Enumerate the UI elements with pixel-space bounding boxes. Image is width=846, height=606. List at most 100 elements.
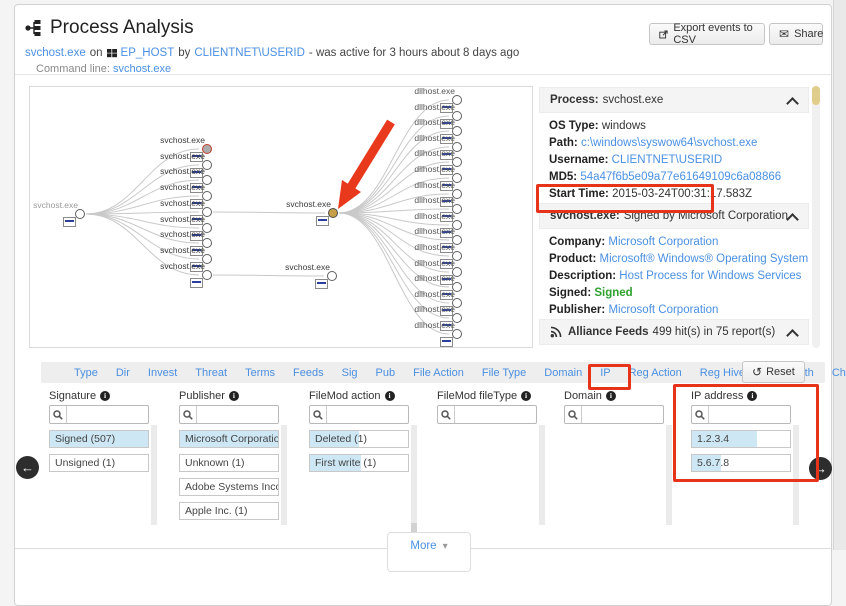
search-icon <box>438 406 455 423</box>
info-row: Product: Microsoft® Windows® Operating S… <box>539 251 809 268</box>
tree-node-label: svchost.exe <box>269 199 331 209</box>
tab-threat[interactable]: Threat <box>186 367 236 379</box>
info-row-value[interactable]: Microsoft® Windows® Operating System <box>599 253 808 265</box>
reset-filters-button[interactable]: ↺ Reset <box>742 361 805 383</box>
facet-scrollbar-track[interactable] <box>281 425 287 525</box>
export-csv-label: Export events to CSV <box>673 22 755 46</box>
facet-item[interactable]: First write (1) <box>309 454 409 472</box>
process-analysis-page: Process Analysis Export events to CSV ✉ … <box>14 4 832 606</box>
facet-search-input[interactable] <box>709 409 790 421</box>
facet-item[interactable]: Unknown (1) <box>179 454 279 472</box>
info-row-value[interactable]: 54a47f6b5e09a77e61649109c6a08866 <box>580 171 781 183</box>
window-scrollbar[interactable] <box>833 0 846 550</box>
info-row-label: Product: <box>549 253 599 265</box>
facet-search-box <box>309 405 409 424</box>
facet-item[interactable]: Microsoft Corporation (505) <box>179 430 279 448</box>
tree-node-circle[interactable] <box>202 270 212 280</box>
facet-search-input[interactable] <box>197 409 278 421</box>
facet-item[interactable]: Unsigned (1) <box>49 454 149 472</box>
tab-domain[interactable]: Domain <box>535 367 591 379</box>
info-panel-scrollbar-thumb[interactable] <box>812 86 820 105</box>
tree-node-label: dllhost.exe <box>393 102 455 112</box>
tree-node-label: dllhost.exe <box>393 86 455 96</box>
host-link[interactable]: EP_HOST <box>121 47 175 59</box>
search-icon <box>692 406 709 423</box>
facet-item[interactable]: Signed (507) <box>49 430 149 448</box>
facet-scroll-left-button[interactable]: ← <box>16 456 39 479</box>
facet-item[interactable]: 5.6.7.8 <box>691 454 791 472</box>
tree-node-circle-selected[interactable] <box>328 208 338 218</box>
section-header[interactable]: svchost.exe: Signed by Microsoft Corporat… <box>539 203 809 229</box>
section-header[interactable]: Alliance Feeds499 hit(s) in 75 report(s) <box>539 319 809 345</box>
facet-search-input[interactable] <box>455 409 536 421</box>
tree-node-circle[interactable] <box>327 271 337 281</box>
tree-node-label: svchost.exe <box>143 151 205 161</box>
tab-pub[interactable]: Pub <box>367 367 405 379</box>
facet-title-text: Publisher <box>179 390 225 402</box>
tab-type[interactable]: Type <box>65 367 107 379</box>
facet-scrollbar-track[interactable] <box>666 425 672 525</box>
section-body: Company: Microsoft CorporationProduct: M… <box>539 234 809 319</box>
info-icon: i <box>606 391 616 401</box>
process-name-link[interactable]: svchost.exe <box>25 47 86 59</box>
facet-column-signature: Signaturei Signed (507) Unsigned (1) <box>49 389 149 478</box>
facet-item-label: Unsigned (1) <box>50 457 115 469</box>
share-button[interactable]: ✉ Share <box>769 23 823 45</box>
info-row-value: 2015-03-24T00:31:17.583Z <box>612 188 752 200</box>
tab-sig[interactable]: Sig <box>333 367 367 379</box>
tab-file-action[interactable]: File Action <box>404 367 473 379</box>
facet-search-input[interactable] <box>582 409 663 421</box>
info-row-value[interactable]: c:\windows\syswow64\svchost.exe <box>581 137 757 149</box>
tree-node-label: svchost.exe <box>143 229 205 239</box>
search-icon <box>50 406 67 423</box>
facet-title: Signaturei <box>49 389 149 402</box>
section-title-rest: Signed by Microsoft Corporation <box>624 210 788 222</box>
tree-node-circle[interactable] <box>452 329 462 339</box>
tab-reg-action[interactable]: Reg Action <box>620 367 691 379</box>
user-link[interactable]: CLIENTNET\USERID <box>194 47 305 59</box>
facet-title: Publisheri <box>179 389 279 402</box>
section-title-bold: svchost.exe: <box>550 210 620 222</box>
tree-node-label: dllhost.exe <box>393 242 455 252</box>
export-csv-button[interactable]: Export events to CSV <box>649 23 765 45</box>
info-row-value[interactable]: Microsoft Corporation <box>608 304 718 316</box>
activity-text: - was active for 3 hours about 8 days ag… <box>309 47 519 59</box>
facet-scroll-right-button[interactable]: → <box>809 457 832 480</box>
facet-item[interactable]: Adobe Systems Incorporated (1) <box>179 478 279 496</box>
tab-child-md5[interactable]: Child MD5 <box>823 367 846 379</box>
tab-file-type[interactable]: File Type <box>473 367 535 379</box>
facet-item[interactable]: Deleted (1) <box>309 430 409 448</box>
facet-scrollbar-track[interactable] <box>539 425 545 525</box>
facet-item-label: First write (1) <box>310 457 376 469</box>
info-row: Company: Microsoft Corporation <box>539 234 809 251</box>
facet-scrollbar-track[interactable] <box>793 425 799 525</box>
facet-scrollbar-track[interactable] <box>151 425 157 525</box>
tree-node-label: svchost.exe <box>143 182 205 192</box>
tab-dir[interactable]: Dir <box>107 367 139 379</box>
facet-title: FileMod fileTypei <box>437 389 537 402</box>
tree-node-circle[interactable] <box>75 209 85 219</box>
window-icon <box>440 337 453 347</box>
subtitle-on: on <box>90 47 103 59</box>
tab-terms[interactable]: Terms <box>236 367 284 379</box>
info-row-value[interactable]: Host Process for Windows Services <box>619 270 801 282</box>
facet-title-text: Signature <box>49 390 96 402</box>
tree-node-label: dllhost.exe <box>393 180 455 190</box>
info-panel-scrollbar-track[interactable] <box>812 86 820 348</box>
tab-feeds[interactable]: Feeds <box>284 367 333 379</box>
tab-invest[interactable]: Invest <box>139 367 186 379</box>
facet-search-input[interactable] <box>327 409 408 421</box>
tree-node-label: svchost.exe <box>143 261 205 271</box>
window-icon <box>316 216 329 226</box>
facet-item[interactable]: Apple Inc. (1) <box>179 502 279 520</box>
facet-scrollbar-track[interactable] <box>411 425 417 525</box>
facet-item[interactable]: 1.2.3.4 <box>691 430 791 448</box>
info-row-value[interactable]: Microsoft Corporation <box>608 236 718 248</box>
section-header[interactable]: Process:svchost.exe <box>539 87 809 113</box>
info-row-label: Signed: <box>549 287 594 299</box>
share-label: Share <box>794 28 823 40</box>
tab-ip[interactable]: IP <box>591 367 619 379</box>
more-button[interactable]: More ▾ <box>387 532 471 572</box>
facet-search-input[interactable] <box>67 409 148 421</box>
info-row-value[interactable]: CLIENTNET\USERID <box>612 154 723 166</box>
